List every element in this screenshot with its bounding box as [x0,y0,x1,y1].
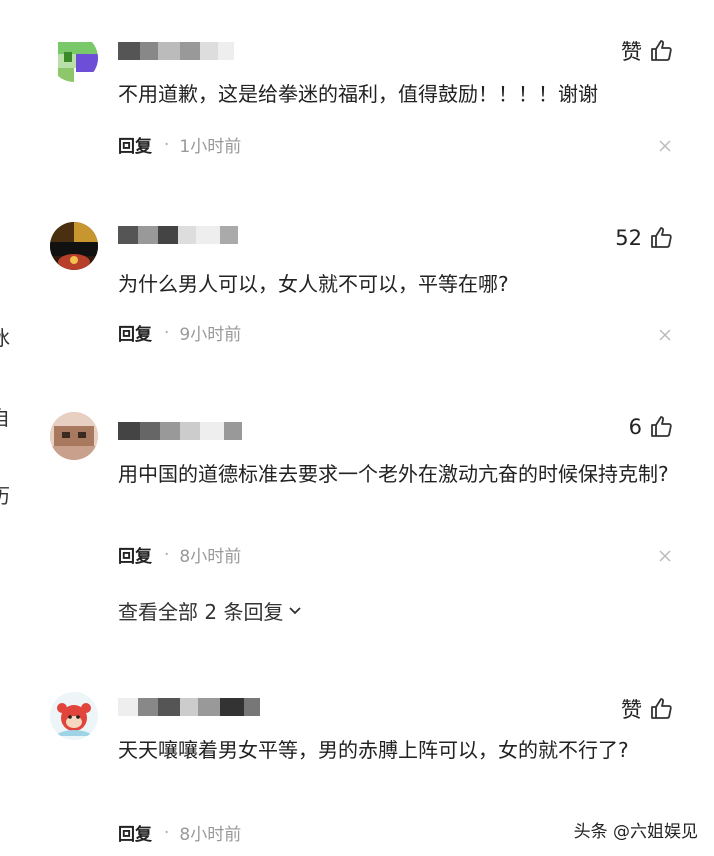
chevron-down-icon [287,599,303,623]
timestamp: 1小时前 [179,137,242,157]
timestamp: 8小时前 [179,547,242,567]
comment-meta: 回复 · 8小时前 [118,542,242,568]
separator-dot: · [164,322,170,343]
separator-dot: · [164,134,170,155]
thumbs-up-icon [650,415,674,439]
comment-meta: 回复 · 1小时前 [118,132,242,158]
username[interactable] [118,224,238,246]
like-count: 6 [628,415,642,439]
like-button[interactable]: 6 [629,415,674,439]
username[interactable] [118,420,242,442]
expand-replies-button[interactable]: 查看全部 2 条回复 [118,596,303,625]
comment-meta: 回复 · 9小时前 [118,320,242,346]
like-count: 赞 [621,40,642,64]
separator-dot: · [164,544,170,565]
like-button[interactable]: 赞 [621,36,674,66]
username[interactable] [118,696,260,718]
watermark: 头条 @六姐娱见 [573,822,698,842]
thumbs-up-icon [650,39,674,63]
timestamp: 8小时前 [179,825,242,845]
close-icon[interactable] [658,548,672,562]
comment-text: 不用道歉，这是给拳迷的福利，值得鼓励！！！！谢谢 [118,82,598,106]
avatar[interactable] [50,222,98,270]
expand-replies-label: 查看全部 2 条回复 [118,600,284,624]
edge-text-fragment: 历 [0,480,10,509]
avatar[interactable] [50,412,98,460]
reply-button[interactable]: 回复 [118,542,152,567]
comment-text: 用中国的道德标准去要求一个老外在激动亢奋的时候保持克制? [118,462,669,486]
like-count: 52 [615,226,642,250]
comment-meta: 回复 · 8小时前 [118,820,242,846]
separator-dot: · [164,822,170,843]
avatar[interactable] [50,692,98,740]
reply-button[interactable]: 回复 [118,320,152,345]
thumbs-up-icon [650,697,674,721]
edge-text-fragment: 冰 [0,322,10,351]
reply-button[interactable]: 回复 [118,132,152,157]
thumbs-up-icon [650,226,674,250]
edge-text-fragment: 自 [0,402,10,431]
username[interactable] [118,40,234,62]
timestamp: 9小时前 [179,325,242,345]
close-icon[interactable] [658,327,672,341]
comment-text: 为什么男人可以，女人就不可以，平等在哪? [118,272,509,296]
avatar[interactable] [50,34,98,82]
comment-text: 天天嚷嚷着男女平等，男的赤膊上阵可以，女的就不行了? [118,738,629,762]
close-icon[interactable] [658,138,672,152]
like-button[interactable]: 52 [615,226,674,250]
like-button[interactable]: 赞 [621,694,674,724]
like-count: 赞 [621,698,642,722]
reply-button[interactable]: 回复 [118,820,152,845]
